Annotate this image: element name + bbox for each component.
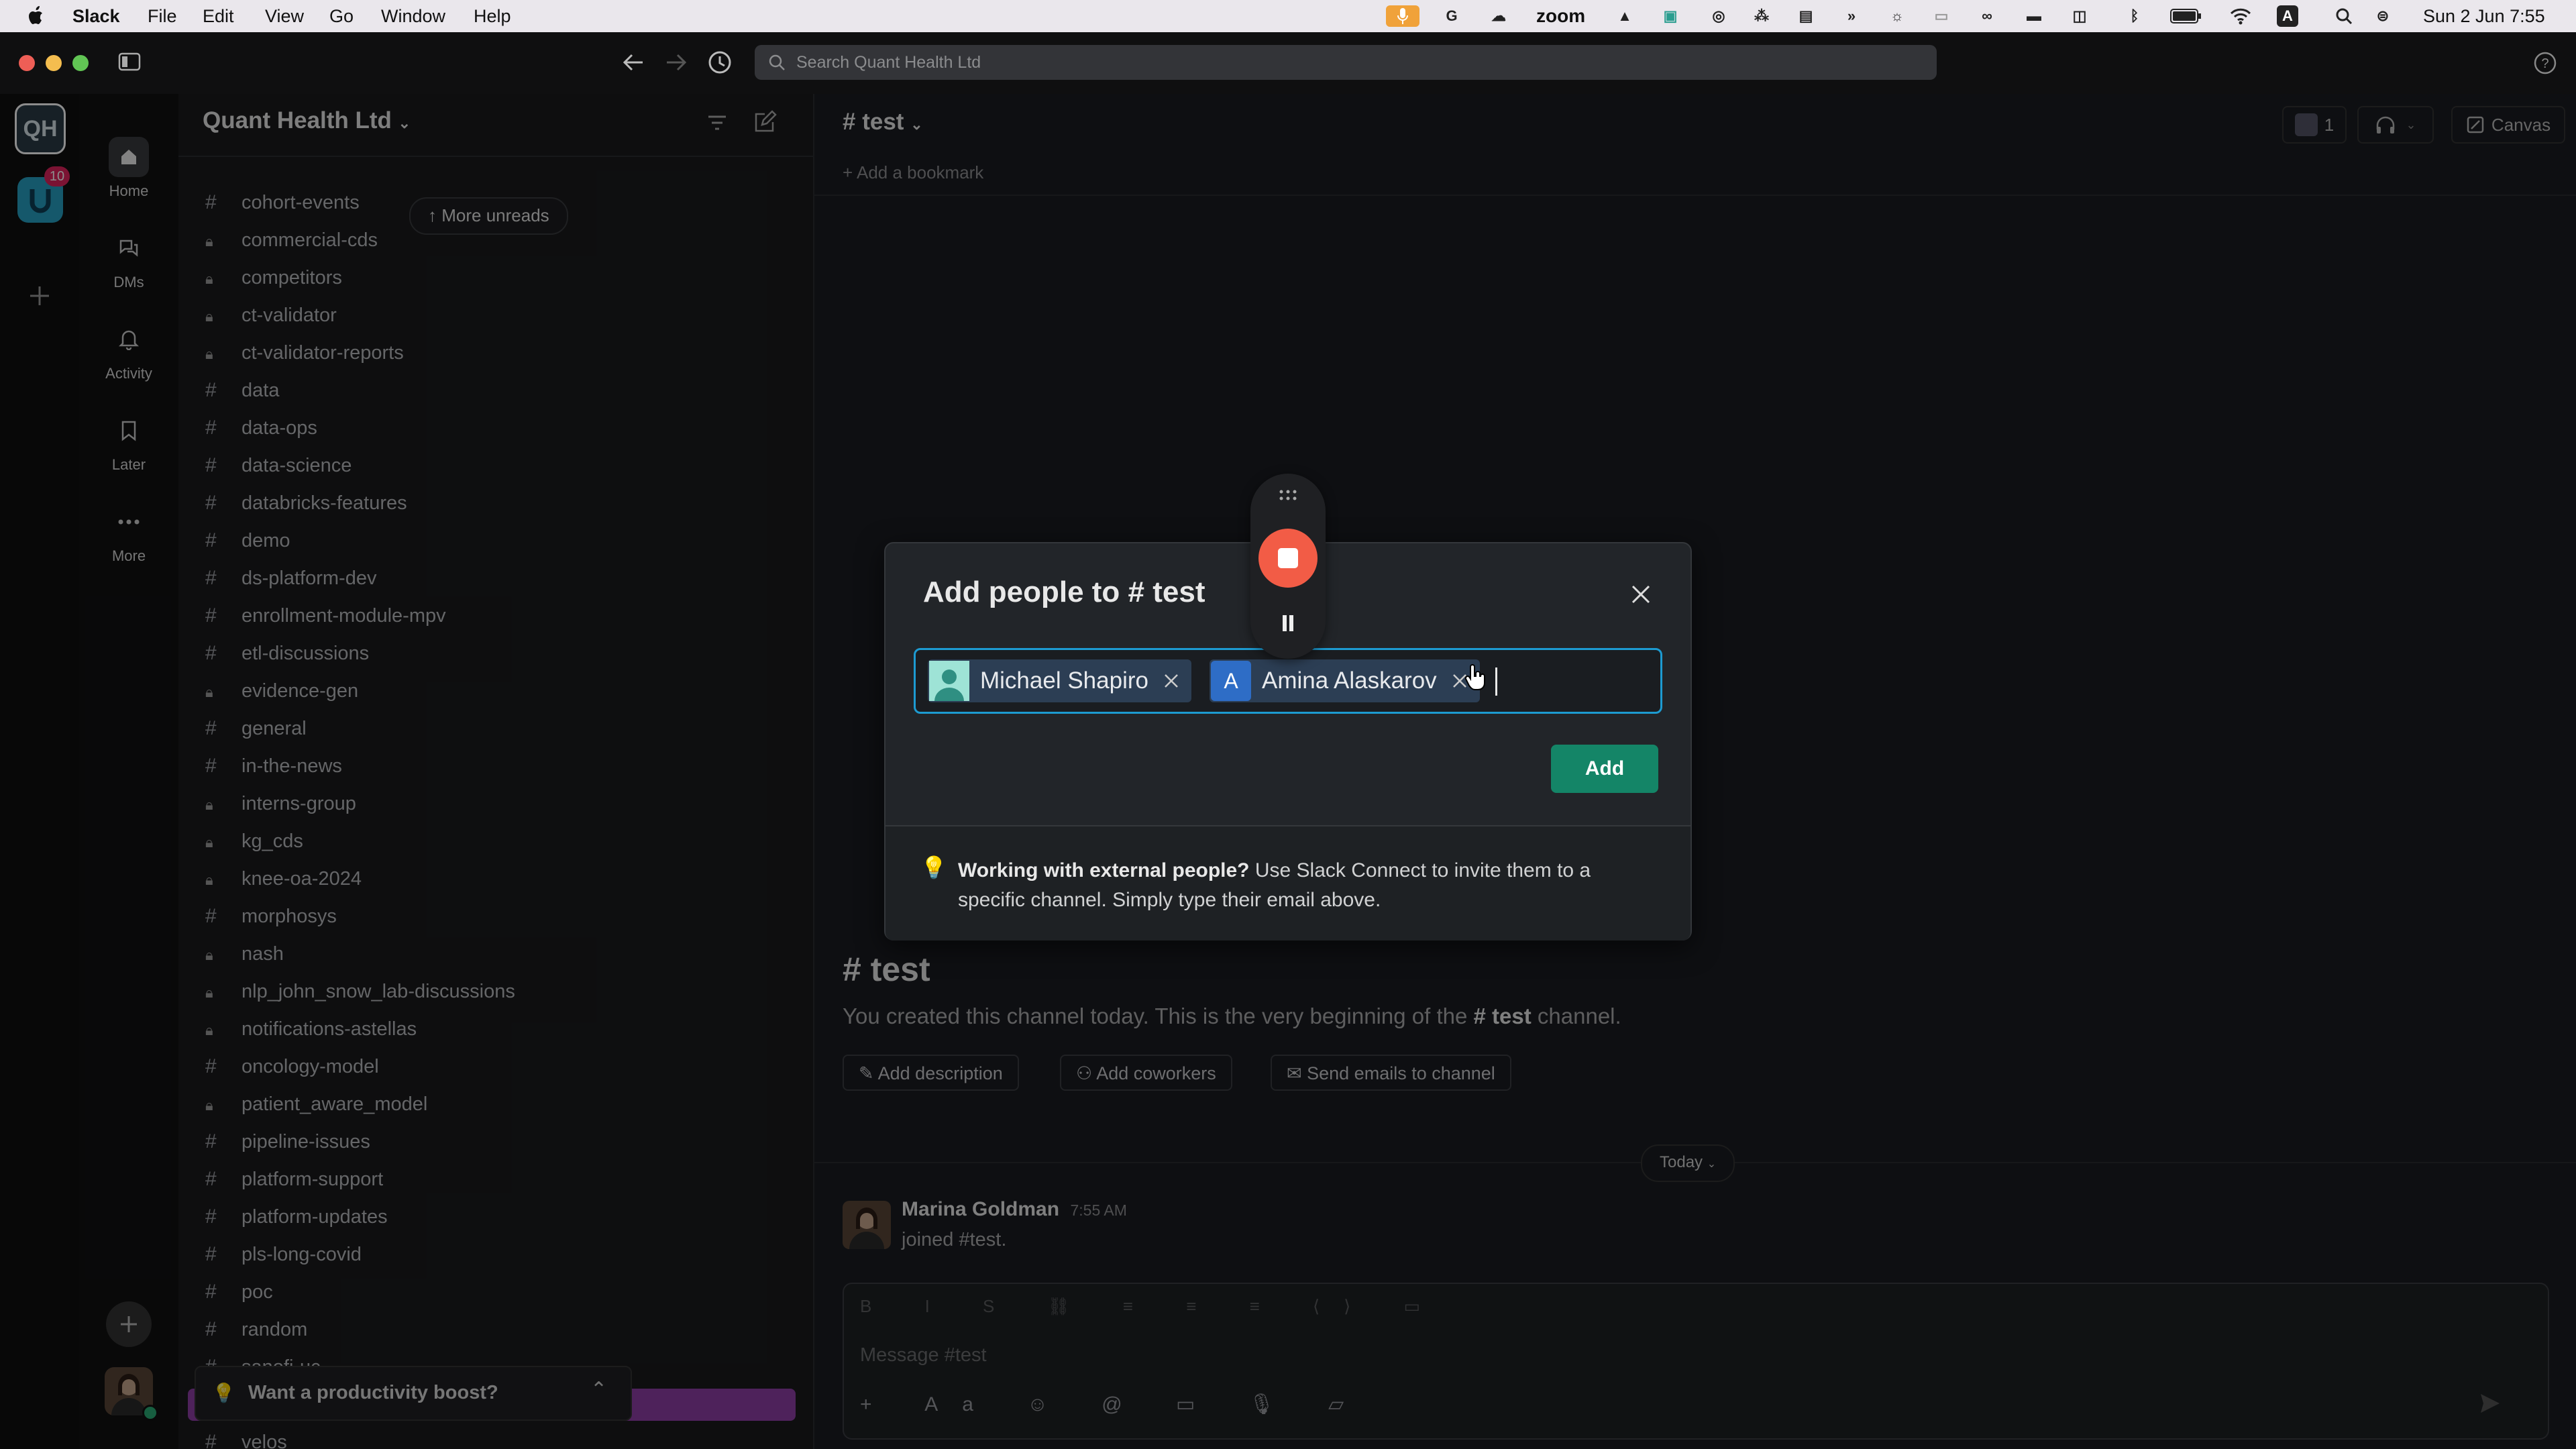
search-icon [768, 54, 786, 71]
sidebar-toggle-icon[interactable] [118, 51, 141, 72]
stop-icon [1278, 548, 1298, 568]
person-chip-name: Michael Shapiro [980, 667, 1148, 694]
input-source-icon[interactable]: A [2277, 5, 2298, 27]
apple-menu-icon[interactable] [27, 5, 46, 27]
modal-tip-bold: Working with external people? [958, 859, 1250, 881]
add-button[interactable]: Add [1551, 745, 1658, 793]
headphones-icon[interactable]: ◎ [1708, 5, 1729, 27]
search-placeholder: Search Quant Health Ltd [796, 53, 981, 72]
person-chip-name: Amina Alaskarov [1262, 667, 1437, 694]
person-chip-amina: A Amina Alaskarov [1210, 659, 1480, 702]
titlebar: Search Quant Health Ltd ? [0, 32, 2576, 94]
person-avatar-icon [929, 661, 969, 701]
brightness-icon[interactable]: ☼ [1886, 5, 1908, 27]
hash-icon: # [1128, 576, 1145, 608]
outlook-icon[interactable]: ◫ [2069, 5, 2090, 27]
control-center-icon[interactable]: ⊜ [2372, 5, 2394, 27]
glasses-icon[interactable]: ∞ [1976, 5, 1998, 27]
back-arrow-icon[interactable] [621, 51, 645, 74]
menu-help[interactable]: Help [474, 5, 511, 27]
teams-icon[interactable]: ▣ [1660, 5, 1681, 27]
menu-file[interactable]: File [148, 5, 177, 27]
keyboard-icon[interactable]: ▬ [2023, 5, 2045, 27]
wifi-icon[interactable] [2230, 5, 2251, 27]
menu-window[interactable]: Window [381, 5, 445, 27]
forward-arrow-icon[interactable] [664, 51, 688, 74]
screen-recorder-widget [1250, 474, 1326, 659]
close-window-button[interactable] [19, 55, 35, 71]
remove-chip-icon[interactable] [1158, 667, 1185, 694]
drive-icon[interactable]: ▲ [1614, 5, 1635, 27]
drag-handle-icon[interactable] [1277, 488, 1299, 502]
microphone-icon[interactable] [1386, 5, 1419, 27]
modal-title: Add people to # test [923, 576, 1205, 609]
help-icon[interactable]: ? [2533, 51, 2557, 75]
person-chip-michael: Michael Shapiro [928, 659, 1191, 702]
app-menu[interactable]: Slack [72, 5, 120, 27]
cloud-icon[interactable]: ☁ [1488, 5, 1509, 27]
folder-icon[interactable]: ▭ [1931, 5, 1952, 27]
bluetooth-icon[interactable]: ᛒ [2124, 5, 2145, 27]
clipboard-icon[interactable]: ▤ [1795, 5, 1817, 27]
search-bar[interactable]: Search Quant Health Ltd [755, 45, 1937, 80]
text-caret [1495, 667, 1497, 696]
lightbulb-icon: 💡 [920, 855, 947, 879]
modal-tip: 💡 Working with external people? Use Slac… [885, 825, 1690, 941]
maximize-window-button[interactable] [72, 55, 89, 71]
svg-text:?: ? [2541, 56, 2548, 71]
pause-icon[interactable] [1277, 612, 1299, 635]
zoom-icon[interactable]: zoom [1536, 5, 1585, 27]
macos-menubar: Slack File Edit View Go Window Help G ☁ … [0, 0, 2576, 32]
modal-tip-text: Working with external people? Use Slack … [958, 856, 1656, 915]
modal-title-channel: test [1152, 576, 1205, 608]
battery-icon[interactable] [2169, 5, 2203, 27]
minimize-window-button[interactable] [46, 55, 62, 71]
person-avatar-letter: A [1211, 661, 1251, 701]
menubar-clock[interactable]: Sun 2 Jun 7:55 [2423, 5, 2545, 27]
close-modal-icon[interactable] [1627, 581, 1654, 608]
grammarly-icon[interactable]: G [1441, 5, 1462, 27]
menu-edit[interactable]: Edit [203, 5, 234, 27]
menu-go[interactable]: Go [329, 5, 354, 27]
dots-app-icon[interactable]: ⁂ [1751, 5, 1772, 27]
fast-forward-icon[interactable]: » [1841, 5, 1862, 27]
hand-cursor-icon [1464, 664, 1487, 691]
stop-recording-button[interactable] [1258, 529, 1318, 588]
spotlight-search-icon[interactable] [2333, 5, 2355, 27]
history-clock-icon[interactable] [707, 50, 733, 75]
menu-view[interactable]: View [265, 5, 304, 27]
modal-title-prefix: Add people to [923, 576, 1120, 608]
